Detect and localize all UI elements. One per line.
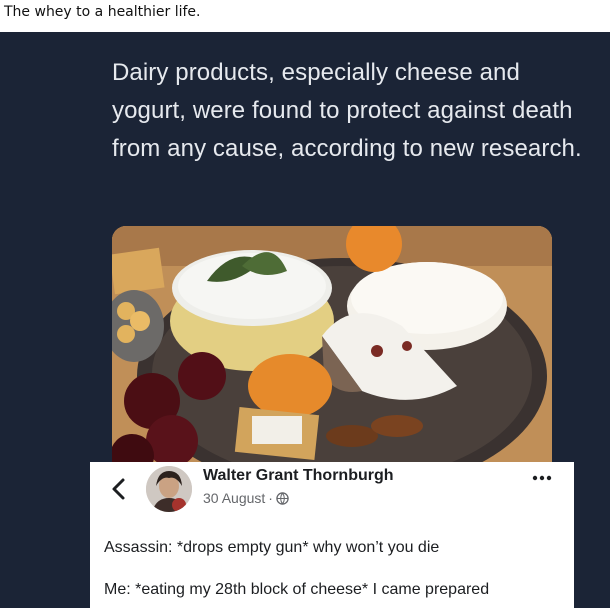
globe-icon xyxy=(276,491,289,505)
post-caption: The whey to a healthier life. xyxy=(4,4,201,20)
facebook-post-card: Walter Grant Thornburgh 30 August · Assa… xyxy=(90,462,574,608)
tweet-text: Dairy products, especially cheese and yo… xyxy=(112,59,582,162)
post-text-line: Me: *eating my 28th block of cheese* I c… xyxy=(104,581,490,598)
more-options-icon[interactable] xyxy=(532,474,552,482)
back-chevron-icon[interactable] xyxy=(108,476,130,502)
author-name[interactable]: Walter Grant Thornburgh xyxy=(203,467,394,485)
post-text-line: Assassin: *drops empty gun* why won’t yo… xyxy=(104,539,440,556)
cheese-board-photo xyxy=(112,226,552,480)
avatar[interactable] xyxy=(146,466,192,512)
post-date[interactable]: 30 August xyxy=(203,490,265,506)
meta-separator: · xyxy=(268,490,273,506)
meme-image: Dairy products, especially cheese and yo… xyxy=(0,32,610,608)
post-meta: 30 August · xyxy=(203,490,289,506)
